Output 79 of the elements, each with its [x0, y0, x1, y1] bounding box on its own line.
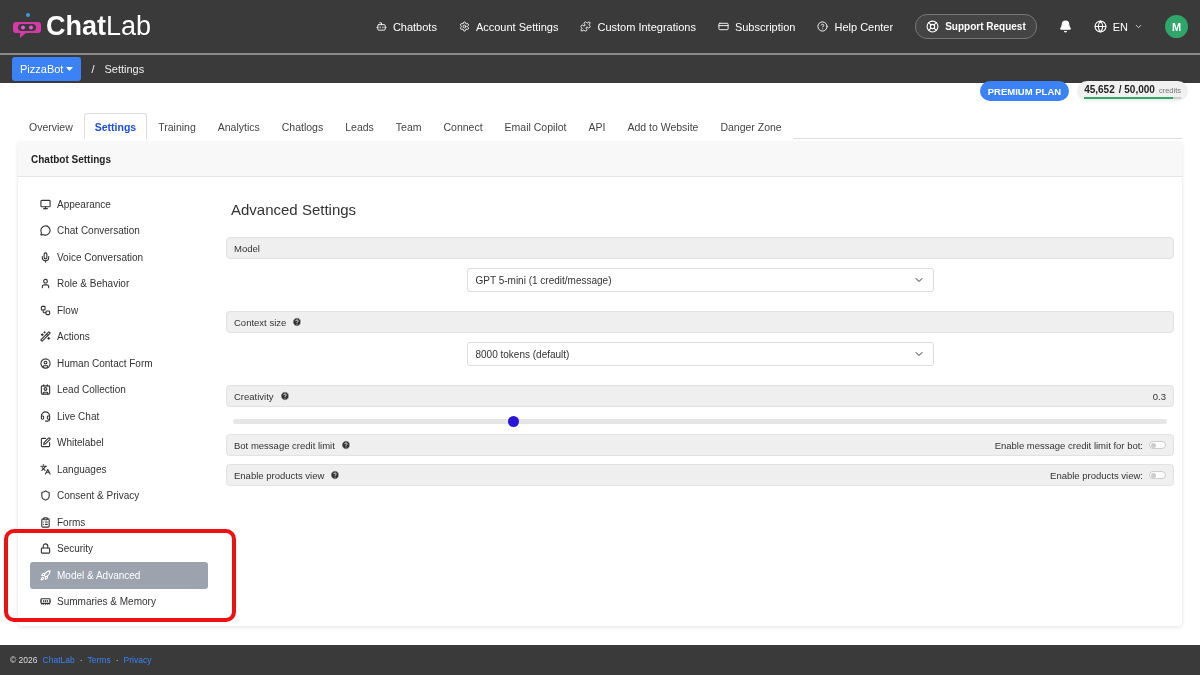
bell-icon[interactable]: [1058, 20, 1072, 33]
caret-icon: [66, 67, 74, 71]
section-label: Bot message credit limit: [234, 439, 335, 451]
user-circle-icon: [40, 357, 51, 369]
help-icon: [817, 21, 829, 32]
language-selector[interactable]: EN: [1093, 20, 1143, 33]
help-icon[interactable]: [292, 317, 303, 327]
support-button[interactable]: Support Request: [915, 14, 1037, 39]
sidebar-item[interactable]: Actions: [30, 323, 208, 350]
separator-dot: ·: [79, 655, 83, 665]
memory-icon: [40, 596, 51, 608]
slider-thumb[interactable]: [508, 416, 520, 427]
section-label: Context size: [234, 316, 287, 328]
slider-track[interactable]: [233, 419, 1167, 424]
toggle-switch[interactable]: [1149, 441, 1166, 449]
section-label: Creativity: [234, 390, 274, 402]
edit-icon: [40, 437, 51, 449]
lock-icon: [40, 543, 51, 555]
chevron-icon: [1134, 22, 1143, 31]
toggle-label: Enable products view:: [1050, 469, 1143, 481]
card-title: Chatbot Settings: [31, 153, 111, 165]
person-icon: [40, 278, 51, 290]
section-heading: Advanced Settings: [230, 200, 358, 220]
wand-icon: [40, 331, 51, 343]
breadcrumb-separator: /: [91, 63, 95, 75]
bot-dropdown[interactable]: PizzaBot: [12, 57, 82, 81]
contact-card-icon: [40, 384, 51, 396]
sidebar-item[interactable]: Security: [30, 535, 208, 562]
slider-reading: 0.3: [1152, 390, 1166, 402]
shield-icon: [40, 490, 51, 502]
help-icon[interactable]: [340, 440, 351, 450]
sidebar-item[interactable]: Languages: [30, 456, 208, 483]
gear-icon: [458, 21, 470, 32]
sidebar-item[interactable]: Voice Conversation: [30, 244, 208, 271]
sidebar-item[interactable]: Appearance: [30, 191, 208, 218]
breadcrumb-page: Settings: [104, 63, 145, 75]
chat-bubble-icon: [40, 225, 51, 237]
section-label: Model: [234, 242, 260, 254]
copyright-text: © 2026: [10, 655, 38, 665]
puzzle-icon: [580, 21, 592, 32]
card-icon: [717, 21, 729, 32]
nav-link[interactable]: Subscription: [717, 20, 796, 33]
clipboard-icon: [40, 516, 51, 528]
sidebar-item[interactable]: Human Contact Form: [30, 350, 208, 377]
monitor-icon: [40, 198, 51, 210]
nav-link[interactable]: Custom Integrations: [580, 20, 696, 33]
plan-badge: PREMIUM PLAN: [979, 81, 1070, 101]
sidebar-item[interactable]: Forms: [30, 509, 208, 536]
help-icon[interactable]: [279, 391, 290, 401]
flow-icon: [40, 304, 51, 316]
brand-name[interactable]: ChatLab: [46, 11, 152, 42]
headset-icon: [40, 410, 51, 422]
sidebar-item[interactable]: Summaries & Memory: [30, 588, 208, 615]
nav-link[interactable]: Chatbots: [375, 20, 437, 33]
sidebar-item[interactable]: Flow: [30, 297, 208, 324]
translate-icon: [40, 463, 51, 475]
toggle-switch[interactable]: [1149, 471, 1166, 479]
globe-icon: [1093, 20, 1107, 33]
sidebar-item[interactable]: Whitelabel: [30, 429, 208, 456]
toggle-label: Enable message credit limit for bot:: [994, 439, 1143, 451]
credits-used: 45,652: [1084, 84, 1115, 95]
lifebuoy-icon: [926, 20, 940, 33]
help-icon[interactable]: [330, 470, 341, 480]
credits-total: / 50,000: [1118, 84, 1155, 95]
microphone-icon: [40, 251, 51, 263]
select-field[interactable]: GPT 5-mini (1 credit/message): [466, 268, 934, 292]
sidebar-item[interactable]: Live Chat: [30, 403, 208, 430]
tab[interactable]: Settings: [83, 113, 148, 139]
select-field[interactable]: 8000 tokens (default): [466, 342, 934, 366]
rocket-icon: [40, 569, 51, 581]
nav-link[interactable]: Account Settings: [458, 20, 559, 33]
separator-dot: ·: [115, 655, 119, 665]
robot-icon: [375, 21, 387, 32]
sidebar-item[interactable]: Role & Behavior: [30, 270, 208, 297]
sidebar-item[interactable]: Chat Conversation: [30, 217, 208, 244]
sidebar-item[interactable]: Consent & Privacy: [30, 482, 208, 509]
sidebar-item[interactable]: Lead Collection: [30, 376, 208, 403]
section-label: Enable products view: [234, 469, 325, 481]
nav-link[interactable]: Help Center: [817, 20, 894, 33]
